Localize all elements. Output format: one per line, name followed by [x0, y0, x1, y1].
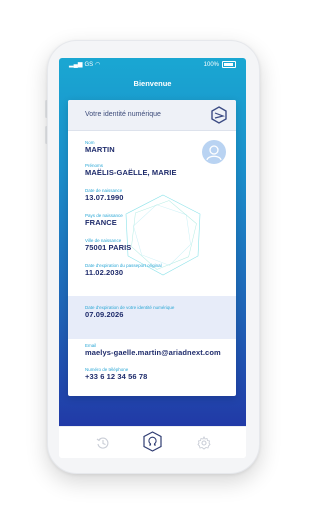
expiration-band: Date d'expiration de votre identité numé… — [68, 296, 236, 339]
status-left: ▂▄▆ GS ◠ — [69, 61, 101, 69]
history-icon[interactable] — [93, 433, 113, 453]
field-email: Email maelys-gaelle.martin@ariadnext.com — [85, 343, 221, 357]
app-screen: ▂▄▆ GS ◠ 100% Bienvenue Votre identité n… — [59, 58, 246, 458]
page-title: Bienvenue — [133, 79, 172, 88]
battery-label: 100% — [203, 61, 219, 68]
avatar-icon — [202, 140, 226, 164]
field-ville-naissance: Ville de naissance 75001 PARIS — [85, 238, 131, 252]
field-value: MARTIN — [85, 145, 115, 154]
field-expiration-passeport: Date d'expiration du passeport original … — [85, 263, 162, 277]
omega-icon[interactable] — [142, 431, 163, 452]
field-prenoms: Prénoms MAËLIS-GAËLLE, MARIE — [85, 163, 177, 177]
card-header-title: Votre identité numérique — [85, 111, 161, 118]
field-value: MAËLIS-GAËLLE, MARIE — [85, 168, 177, 177]
field-pays-naissance: Pays de naissance FRANCE — [85, 213, 123, 227]
field-value: 75001 PARIS — [85, 243, 132, 252]
field-value: FRANCE — [85, 218, 117, 227]
status-bar: ▂▄▆ GS ◠ 100% — [59, 58, 246, 70]
battery-icon — [222, 61, 236, 68]
ariadnext-logo-icon — [210, 106, 228, 124]
field-value: 13.07.1990 — [85, 193, 124, 202]
field-nom: Nom MARTIN — [85, 140, 115, 154]
field-value: 07.09.2026 — [85, 310, 124, 319]
card-header: Votre identité numérique — [68, 100, 236, 131]
status-right: 100% — [204, 61, 236, 68]
header-gradient: ▂▄▆ GS ◠ 100% Bienvenue Votre identité n… — [59, 58, 246, 426]
field-value: 11.02.2030 — [85, 268, 124, 277]
wifi-icon: ◠ — [95, 62, 101, 68]
field-value: maelys-gaelle.martin@ariadnext.com — [85, 348, 221, 357]
field-date-naissance: Date de naissance 13.07.1990 — [85, 188, 124, 202]
signal-icon: ▂▄▆ — [69, 62, 83, 68]
bottom-nav — [59, 426, 246, 458]
carrier-label: GS — [84, 61, 94, 68]
identity-card: Votre identité numérique Nom MARTIN Prén… — [68, 100, 236, 396]
field-telephone: Numéro de téléphone +33 6 12 34 56 78 — [85, 367, 147, 381]
settings-icon[interactable] — [194, 433, 214, 453]
field-expiration-identite: Date d'expiration de votre identité numé… — [85, 305, 174, 319]
field-value: +33 6 12 34 56 78 — [85, 372, 148, 381]
